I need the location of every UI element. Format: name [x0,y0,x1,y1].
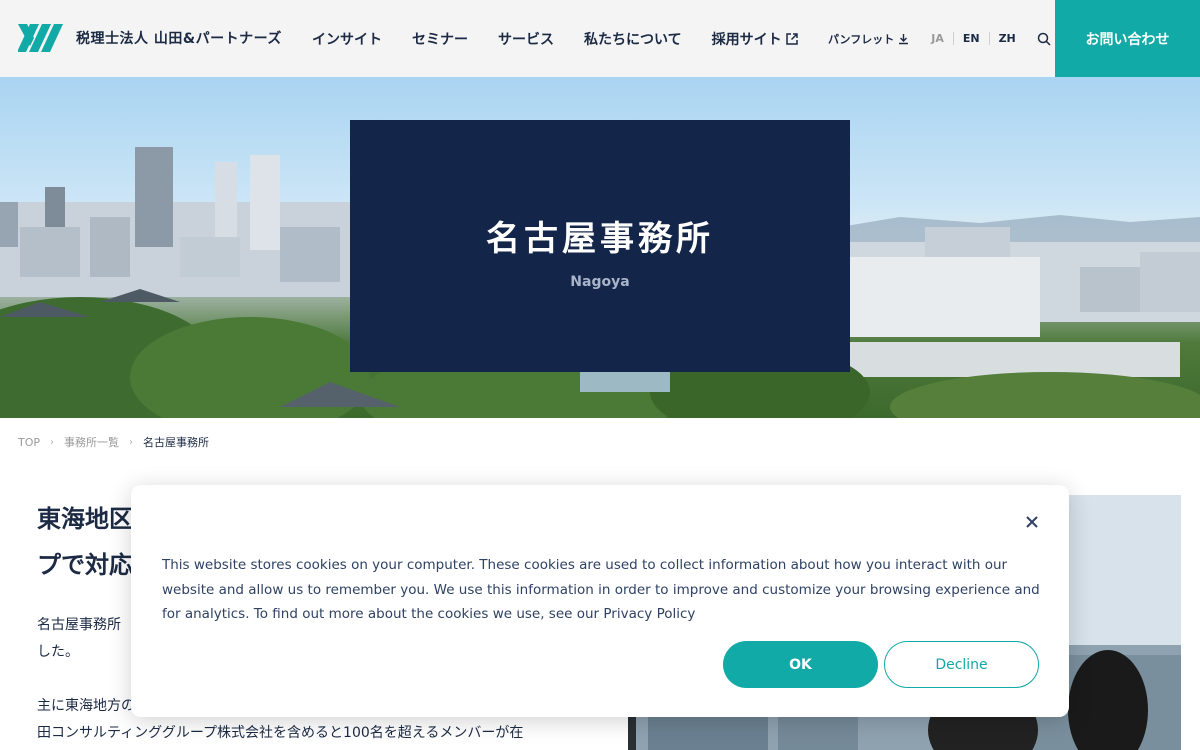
paragraph-2-line-1: 主に東海地方の [37,698,135,714]
paragraph-1-line-2: した。 [37,644,79,660]
nav-insight[interactable]: インサイト [312,29,382,49]
lang-en[interactable]: EN [952,32,989,45]
hero-title-card: 名古屋事務所 Nagoya [350,120,850,372]
heading-line-2: プで対応 [37,551,133,579]
external-link-icon [785,32,798,45]
nav-service[interactable]: サービス [498,29,554,49]
search-icon[interactable] [1037,32,1051,46]
lang-zh[interactable]: ZH [988,32,1025,45]
pamphlet-label: パンフレット [828,32,895,46]
breadcrumb: TOP › 事務所一覧 › 名古屋事務所 [18,434,209,450]
page-subtitle: Nagoya [570,273,630,290]
chevron-right-icon: › [129,436,134,448]
site-header: 税理士法人 山田&パートナーズ インサイト セミナー サービス 私たちについて … [0,0,1200,77]
nav-recruit[interactable]: 採用サイト [712,29,798,49]
heading-line-1: 東海地区 [37,505,133,533]
cookie-text: This website stores cookies on your comp… [162,557,1040,622]
logo-mark-icon [18,24,63,52]
paragraph-1-line-1: 名古屋事務所 [37,617,121,633]
nav-about[interactable]: 私たちについて [584,29,682,49]
main-nav: インサイト セミナー サービス 私たちについて 採用サイト [312,0,798,77]
contact-button[interactable]: お問い合わせ [1055,0,1200,77]
hero-banner: 名古屋事務所 Nagoya [0,77,1200,418]
download-icon [899,33,909,44]
paragraph-2-line-2: 田コンサルティンググループ株式会社を含めると100名を超えるメンバーが在 [37,725,524,741]
utility-nav: パンフレット JA EN ZH [828,0,1051,77]
cookie-consent-dialog: This website stores cookies on your comp… [131,485,1069,717]
breadcrumb-current: 名古屋事務所 [143,436,210,449]
cookie-decline-button[interactable]: Decline [884,641,1039,688]
nav-recruit-label: 採用サイト [711,31,782,48]
logo[interactable]: 税理士法人 山田&パートナーズ [18,24,282,52]
cookie-message: This website stores cookies on your comp… [162,553,1042,627]
page-title: 名古屋事務所 [486,218,714,259]
nav-seminar[interactable]: セミナー [412,29,468,49]
breadcrumb-offices[interactable]: 事務所一覧 [64,434,119,450]
breadcrumb-top[interactable]: TOP [18,436,40,449]
lang-ja[interactable]: JA [931,32,953,45]
pamphlet-download[interactable]: パンフレット [828,31,909,47]
close-icon[interactable] [1025,515,1039,529]
privacy-policy-link[interactable]: Privacy Policy [603,606,695,622]
cookie-ok-button[interactable]: OK [723,641,878,688]
logo-text: 税理士法人 山田&パートナーズ [76,31,282,47]
chevron-right-icon: › [50,436,55,448]
